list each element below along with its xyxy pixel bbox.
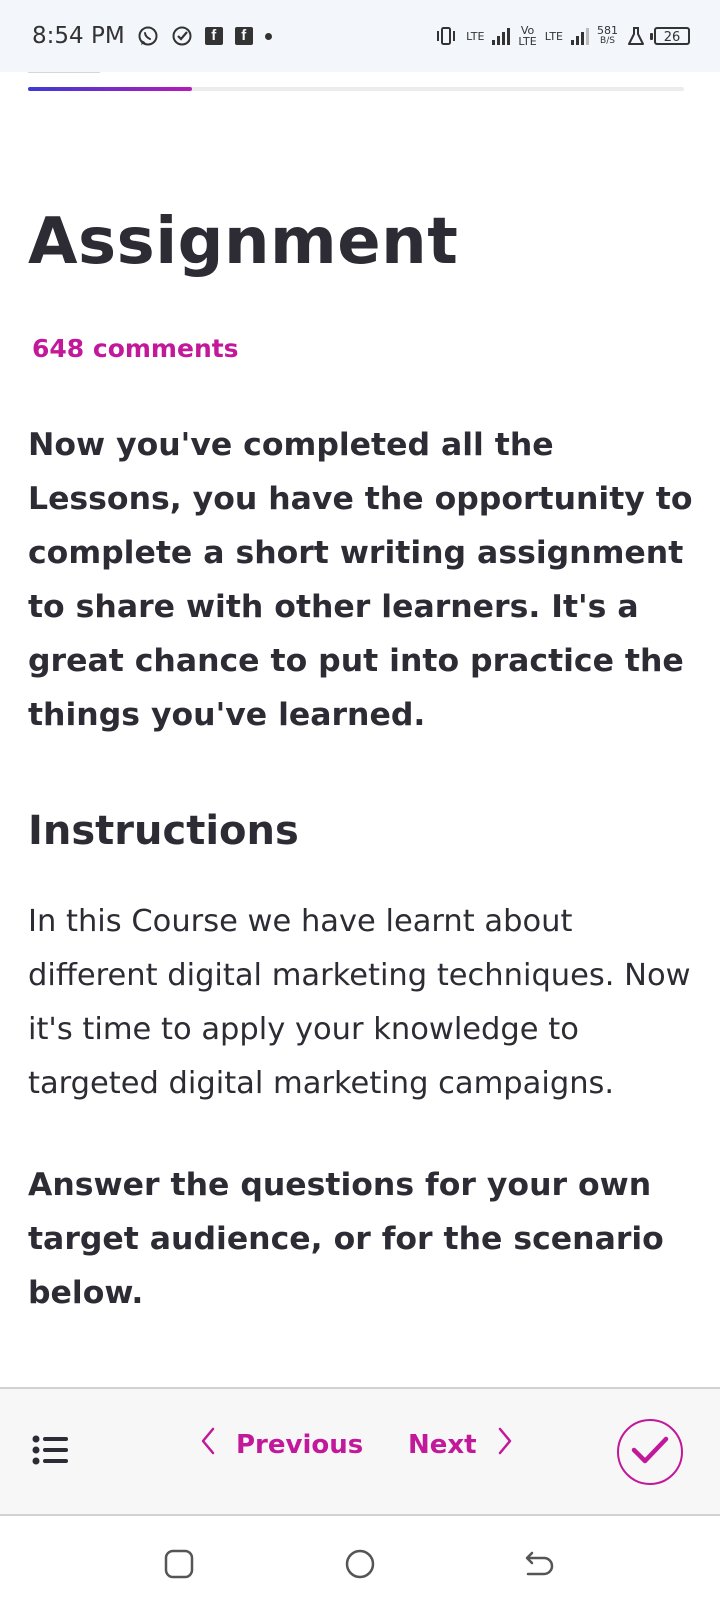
network-volte: Vo LTE bbox=[518, 24, 537, 48]
lesson-progress-bar bbox=[28, 87, 684, 91]
network-speed: 581 B/S bbox=[597, 24, 618, 46]
status-left: 8:54 PM f f bbox=[32, 23, 272, 49]
check-circle-icon bbox=[171, 25, 193, 47]
check-icon bbox=[631, 1435, 669, 1469]
signal-bars-icon bbox=[571, 27, 589, 45]
divider bbox=[28, 72, 100, 73]
recent-apps-icon[interactable] bbox=[163, 1548, 195, 1584]
next-label: Next bbox=[408, 1429, 477, 1460]
previous-button[interactable]: Previous bbox=[200, 1427, 363, 1462]
lesson-progress-fill bbox=[28, 87, 192, 91]
chevron-left-icon bbox=[200, 1427, 216, 1462]
network-lte-1: LTE bbox=[466, 29, 485, 43]
status-right: LTE Vo LTE LTE 581 B/S 26 bbox=[434, 25, 690, 47]
home-icon[interactable] bbox=[344, 1548, 376, 1584]
facebook-icon: f bbox=[204, 27, 223, 45]
network-lte-2: LTE bbox=[544, 29, 563, 43]
vibrate-icon bbox=[434, 26, 458, 46]
dot-icon bbox=[264, 32, 272, 40]
next-button[interactable]: Next bbox=[408, 1427, 513, 1462]
course-navigation-bar: Previous Next bbox=[0, 1387, 720, 1516]
system-navigation-bar bbox=[0, 1516, 720, 1612]
back-icon[interactable] bbox=[522, 1548, 556, 1584]
comments-link[interactable]: 648 comments bbox=[32, 334, 239, 363]
answer-prompt-text: Answer the questions for your own target… bbox=[28, 1167, 664, 1311]
status-time: 8:54 PM bbox=[32, 23, 125, 49]
instructions-text: In this Course we have learnt about diff… bbox=[28, 904, 691, 1101]
instructions-heading: Instructions bbox=[28, 808, 299, 854]
complete-button[interactable] bbox=[617, 1419, 683, 1485]
chevron-right-icon bbox=[497, 1427, 513, 1462]
status-bar: 8:54 PM f f LTE Vo LTE LTE 581 B/S 26 bbox=[0, 0, 720, 72]
signal-bars-icon bbox=[492, 27, 511, 45]
facebook-icon: f bbox=[234, 27, 253, 45]
list-icon[interactable] bbox=[32, 1434, 68, 1466]
previous-label: Previous bbox=[236, 1429, 364, 1460]
intro-text: Now you've completed all the Lessons, yo… bbox=[28, 427, 693, 733]
battery-icon: 26 bbox=[650, 27, 690, 45]
whatsapp-icon bbox=[137, 25, 159, 47]
flask-icon bbox=[626, 26, 646, 46]
page-title: Assignment bbox=[28, 205, 459, 279]
